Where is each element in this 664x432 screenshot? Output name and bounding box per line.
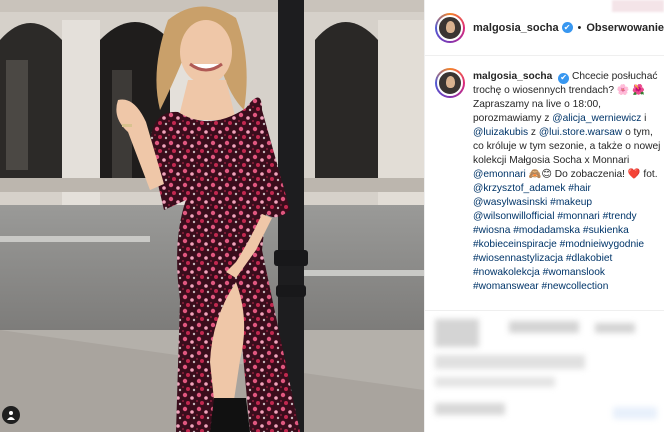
caption-link[interactable]: #womanswear <box>473 281 539 292</box>
user-tag-icon[interactable] <box>2 406 20 424</box>
caption-link[interactable]: @alicja_werniewicz <box>552 113 641 124</box>
post-header: malgosia_socha ✔ • Obserwowanie <box>425 0 664 56</box>
caption-verified-badge-icon: ✔ <box>558 72 570 84</box>
caption-link[interactable]: #kobieceinspiracje <box>473 239 557 250</box>
blurred-comments <box>425 310 664 432</box>
caption-link[interactable]: #dlakobiet <box>566 253 612 264</box>
post-side-panel: malgosia_socha ✔ • Obserwowanie malgosia… <box>424 0 664 432</box>
caption-link[interactable]: @emonnari <box>473 169 526 180</box>
avatar[interactable] <box>435 12 465 43</box>
following-button[interactable]: Obserwowanie <box>586 22 664 34</box>
caption-link[interactable]: #modadamska <box>513 225 580 236</box>
verified-badge-icon: ✔ <box>561 22 573 33</box>
caption-text: malgosia_socha ✔ Chcecie posłuchać troch… <box>473 70 661 294</box>
caption-link[interactable]: @lui.store.warsaw <box>539 127 622 138</box>
caption-link[interactable]: @luizakubis <box>473 127 528 138</box>
caption-segment: fot. <box>640 169 658 180</box>
caption-link[interactable]: #modnieiwygodnie <box>560 239 644 250</box>
caption-link[interactable]: #newcollection <box>542 281 609 292</box>
caption-username[interactable]: malgosia_socha <box>473 71 552 82</box>
caption-link[interactable]: #trendy <box>603 211 637 222</box>
header-username[interactable]: malgosia_socha <box>473 22 559 34</box>
post-caption: malgosia_socha ✔ Chcecie posłuchać troch… <box>425 56 664 310</box>
post-photo[interactable] <box>0 0 424 432</box>
caption-link[interactable]: @krzysztof_adamek <box>473 183 565 194</box>
caption-segment: i <box>641 113 647 124</box>
person-glyph <box>7 411 15 420</box>
caption-avatar[interactable] <box>435 68 465 98</box>
caption-segment: 🌸 🌺 <box>616 85 646 96</box>
caption-segment: 🙈😊 Do zobaczenia! <box>525 169 628 180</box>
caption-link[interactable]: #womanslook <box>543 267 605 278</box>
caption-link[interactable]: #wiosennastylizacja <box>473 253 563 264</box>
caption-link[interactable]: #hair <box>568 183 591 194</box>
caption-link[interactable]: @wilsonwillofficial <box>473 211 555 222</box>
caption-link[interactable]: #wiosna <box>473 225 510 236</box>
caption-link[interactable]: #nowakolekcja <box>473 267 540 278</box>
caption-link[interactable]: #makeup <box>550 197 592 208</box>
caption-segment: z <box>528 127 539 138</box>
caption-link[interactable]: #sukienka <box>583 225 629 236</box>
caption-segment: ❤️ <box>627 169 641 180</box>
separator-dot: • <box>577 21 582 34</box>
caption-link[interactable]: @wasylwasinski <box>473 197 547 208</box>
post-image <box>0 0 424 432</box>
caption-link[interactable]: #monnari <box>557 211 599 222</box>
